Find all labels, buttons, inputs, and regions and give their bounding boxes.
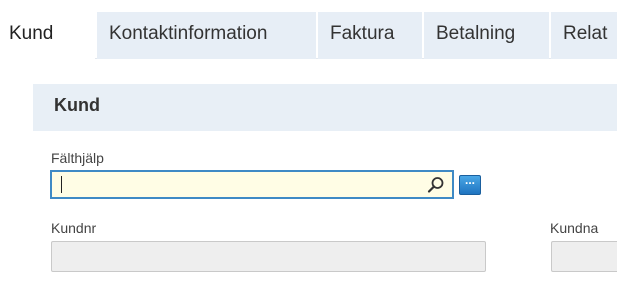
tab-kund[interactable]: Kund (0, 12, 95, 59)
tab-faktura[interactable]: Faktura (318, 12, 422, 59)
field-help-label: Fälthjälp (51, 150, 104, 166)
tab-relationer[interactable]: Relat (551, 12, 617, 59)
customer-number-field[interactable] (51, 241, 486, 272)
search-icon[interactable] (426, 175, 446, 195)
tab-bar: Kund Kontaktinformation Faktura Betalnin… (0, 0, 617, 59)
field-help-input[interactable] (50, 170, 454, 199)
more-options-button[interactable]: ... (459, 174, 481, 195)
tab-betalning[interactable]: Betalning (424, 12, 549, 59)
panel-title: Kund (54, 95, 100, 115)
customer-panel: Kund Fälthjälp ... Kundnr Kundna (33, 84, 617, 291)
text-cursor (61, 176, 62, 193)
customer-number-label: Kundnr (51, 220, 97, 236)
customer-name-field[interactable] (551, 241, 617, 272)
tab-kontaktinformation[interactable]: Kontaktinformation (97, 12, 316, 59)
customer-name-label: Kundna (550, 220, 599, 236)
panel-header: Kund (33, 84, 617, 131)
